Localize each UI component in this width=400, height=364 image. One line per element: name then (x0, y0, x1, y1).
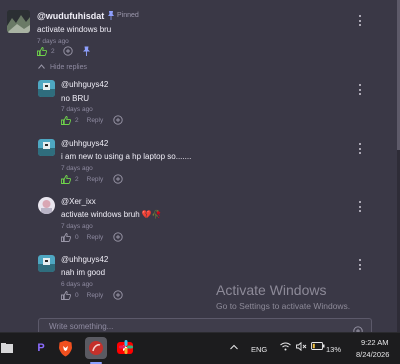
reply-text: no BRU (61, 94, 90, 103)
p-app-icon[interactable]: P (32, 339, 50, 357)
hide-replies-toggle[interactable]: Hide replies (38, 64, 87, 71)
pin-toggle-icon[interactable] (82, 46, 91, 56)
comment-text: activate windows bru (37, 25, 112, 34)
reply-more-button[interactable] (359, 84, 362, 95)
add-reaction-icon[interactable] (113, 115, 123, 125)
reply-author[interactable]: @uhhguys42 (61, 80, 108, 89)
reply-button[interactable]: Reply (87, 292, 104, 299)
like-count: 2 (51, 47, 55, 55)
chevron-up-icon (38, 64, 45, 71)
reply-button[interactable]: Reply (87, 117, 104, 124)
avatar[interactable] (38, 255, 55, 272)
comment-more-button[interactable] (359, 15, 362, 26)
like-count: 0 (75, 291, 79, 299)
like-count: 2 (75, 175, 79, 183)
reply-more-button[interactable] (359, 143, 362, 154)
hide-replies-label: Hide replies (50, 64, 87, 71)
battery-percent: 13% (326, 345, 342, 354)
red-app-icon[interactable] (85, 337, 107, 359)
comment-author[interactable]: @wudufuhisdat (37, 11, 104, 21)
add-reaction-icon[interactable] (113, 290, 123, 300)
like-count: 2 (75, 116, 79, 124)
avatar-image (38, 80, 55, 97)
pinned-label: Pinned (117, 12, 139, 19)
reply-more-button[interactable] (359, 201, 362, 212)
chevron-up-icon[interactable] (230, 343, 238, 352)
taskbar: P ENG 13% 9:22 AM 8/24/2026 (0, 332, 400, 364)
reply-more-button[interactable] (359, 259, 362, 270)
composer-placeholder: Write something... (49, 322, 114, 331)
comment-composer[interactable]: Write something... (38, 318, 372, 332)
reply-actions: 2 Reply (61, 115, 123, 125)
reply-time: 7 days ago (61, 165, 93, 172)
brave-browser-icon[interactable] (56, 339, 74, 357)
like-icon[interactable] (61, 174, 71, 184)
reply-actions: 0 Reply (61, 290, 123, 300)
reply-text: i am new to using a hp laptop so....... (61, 152, 192, 161)
avatar-image (7, 10, 30, 33)
like-icon[interactable] (61, 115, 71, 125)
volume-muted-icon[interactable] (296, 341, 307, 353)
slack-app-icon[interactable] (118, 339, 134, 355)
file-explorer-icon[interactable] (0, 339, 14, 357)
like-count: 0 (75, 233, 79, 241)
reply-time: 6 days ago (61, 281, 93, 288)
clock-time[interactable]: 9:22 AM (361, 338, 389, 347)
reply-button[interactable]: Reply (87, 234, 104, 241)
reply-actions: 2 Reply (61, 174, 123, 184)
avatar-image (38, 197, 55, 214)
reply-actions: 0 Reply (61, 232, 123, 242)
reply-button[interactable]: Reply (87, 176, 104, 183)
like-icon[interactable] (61, 232, 71, 242)
reply-text: activate windows bruh 💔🥀 (61, 210, 162, 219)
comment-actions: 2 (37, 46, 91, 56)
activate-windows-subtitle: Go to Settings to activate Windows. (216, 301, 351, 311)
comment-time: 7 days ago (37, 38, 69, 45)
clock-date[interactable]: 8/24/2026 (356, 350, 389, 359)
avatar[interactable] (38, 197, 55, 214)
like-icon[interactable] (37, 46, 47, 56)
language-indicator[interactable]: ENG (251, 345, 267, 354)
add-reaction-icon[interactable] (113, 232, 123, 242)
reply-text: nah im good (61, 268, 106, 277)
reply-time: 7 days ago (61, 106, 93, 113)
avatar[interactable] (38, 139, 55, 156)
reply-author[interactable]: @Xer_ixx (61, 197, 96, 206)
reply-author[interactable]: @uhhguys42 (61, 255, 108, 264)
add-reaction-icon[interactable] (113, 174, 123, 184)
add-reaction-icon[interactable] (62, 46, 73, 56)
battery-icon[interactable] (311, 342, 325, 352)
pin-icon (107, 11, 115, 20)
activate-windows-title: Activate Windows (216, 282, 327, 298)
avatar[interactable] (38, 80, 55, 97)
avatar-image (38, 255, 55, 272)
reply-author[interactable]: @uhhguys42 (61, 139, 108, 148)
avatar-image (38, 139, 55, 156)
avatar[interactable] (7, 10, 30, 33)
like-icon[interactable] (61, 290, 71, 300)
reply-time: 7 days ago (61, 223, 93, 230)
wifi-icon[interactable] (280, 342, 291, 353)
